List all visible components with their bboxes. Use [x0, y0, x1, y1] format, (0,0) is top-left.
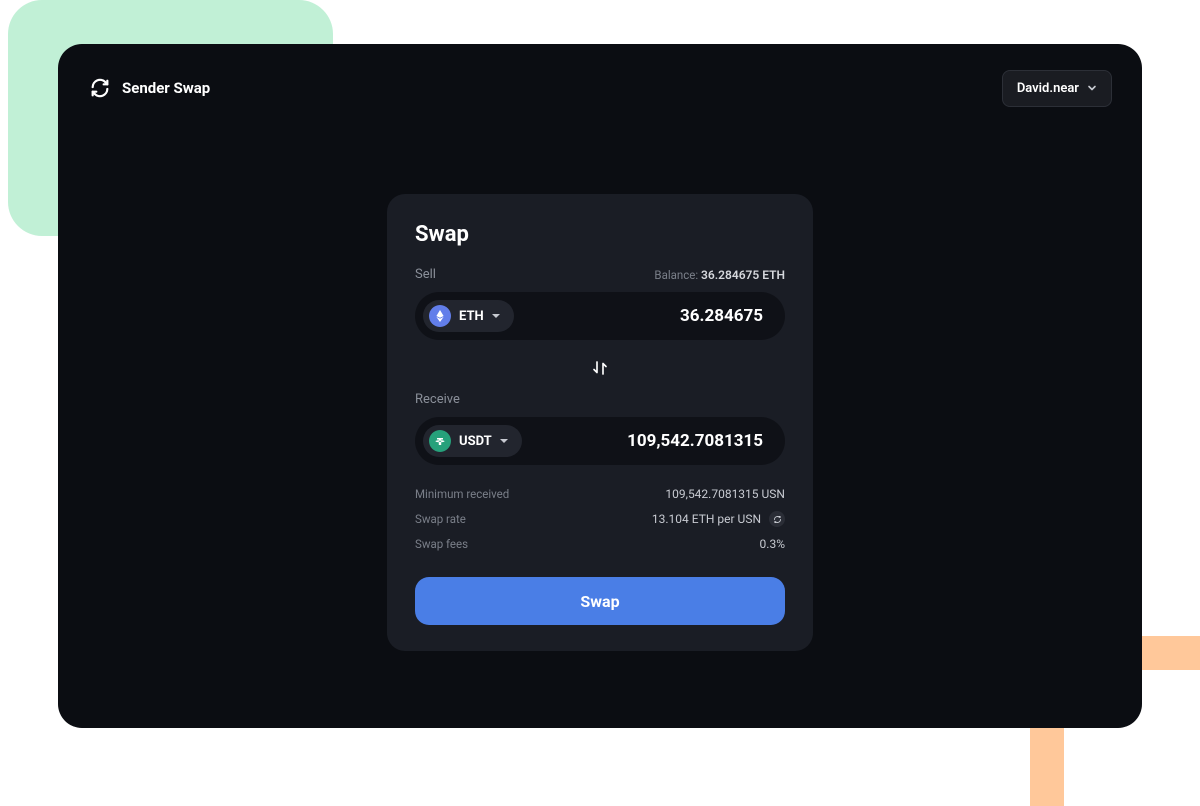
sell-token-select[interactable]: ETH [423, 300, 514, 332]
eth-icon [429, 305, 451, 327]
min-received-label: Minimum received [415, 487, 509, 501]
sell-label: Sell [415, 267, 436, 282]
receive-token-symbol: USDT [459, 434, 492, 449]
chevron-down-icon [492, 314, 500, 318]
receive-token-select[interactable]: USDT [423, 425, 522, 457]
swap-fees-value: 0.3% [760, 537, 785, 551]
sell-amount-row: ETH 36.284675 [415, 292, 785, 340]
receive-label-row: Receive [415, 392, 785, 407]
usdt-icon [429, 430, 451, 452]
sell-amount-input[interactable]: 36.284675 [680, 306, 763, 326]
swap-logo-icon [88, 76, 112, 100]
header: Sender Swap David.near [88, 68, 1112, 108]
receive-label: Receive [415, 392, 460, 407]
receive-amount-input[interactable]: 109,542.7081315 [627, 431, 763, 451]
swap-fees-label: Swap fees [415, 537, 468, 551]
app-window: Sender Swap David.near Swap Sell Balance… [58, 44, 1142, 728]
swap-rate-label: Swap rate [415, 512, 466, 526]
chevron-down-icon [500, 439, 508, 443]
app-title: Sender Swap [122, 79, 210, 97]
swap-card: Swap Sell Balance: 36.284675 ETH ETH 36.… [387, 194, 813, 651]
balance-value: 36.284675 ETH [701, 268, 785, 282]
balance-label: Balance: [654, 268, 698, 282]
min-received-value: 109,542.7081315 USN [665, 487, 785, 501]
swap-rate-row: Swap rate 13.104 ETH per USN [415, 511, 785, 527]
min-received-row: Minimum received 109,542.7081315 USN [415, 487, 785, 501]
account-label: David.near [1017, 81, 1079, 96]
card-title: Swap [415, 222, 785, 247]
swap-direction-row [415, 354, 785, 382]
swap-direction-button[interactable] [586, 354, 614, 382]
account-button[interactable]: David.near [1002, 70, 1112, 107]
sell-label-row: Sell Balance: 36.284675 ETH [415, 267, 785, 282]
logo-block: Sender Swap [88, 76, 210, 100]
receive-amount-row: USDT 109,542.7081315 [415, 417, 785, 465]
swap-rate-value: 13.104 ETH per USN [652, 512, 761, 526]
chevron-down-icon [1087, 83, 1097, 93]
sell-token-symbol: ETH [459, 309, 484, 324]
balance-display: Balance: 36.284675 ETH [654, 268, 785, 282]
swap-details: Minimum received 109,542.7081315 USN Swa… [415, 487, 785, 551]
swap-button[interactable]: Swap [415, 577, 785, 625]
swap-fees-row: Swap fees 0.3% [415, 537, 785, 551]
refresh-rate-button[interactable] [769, 511, 785, 527]
